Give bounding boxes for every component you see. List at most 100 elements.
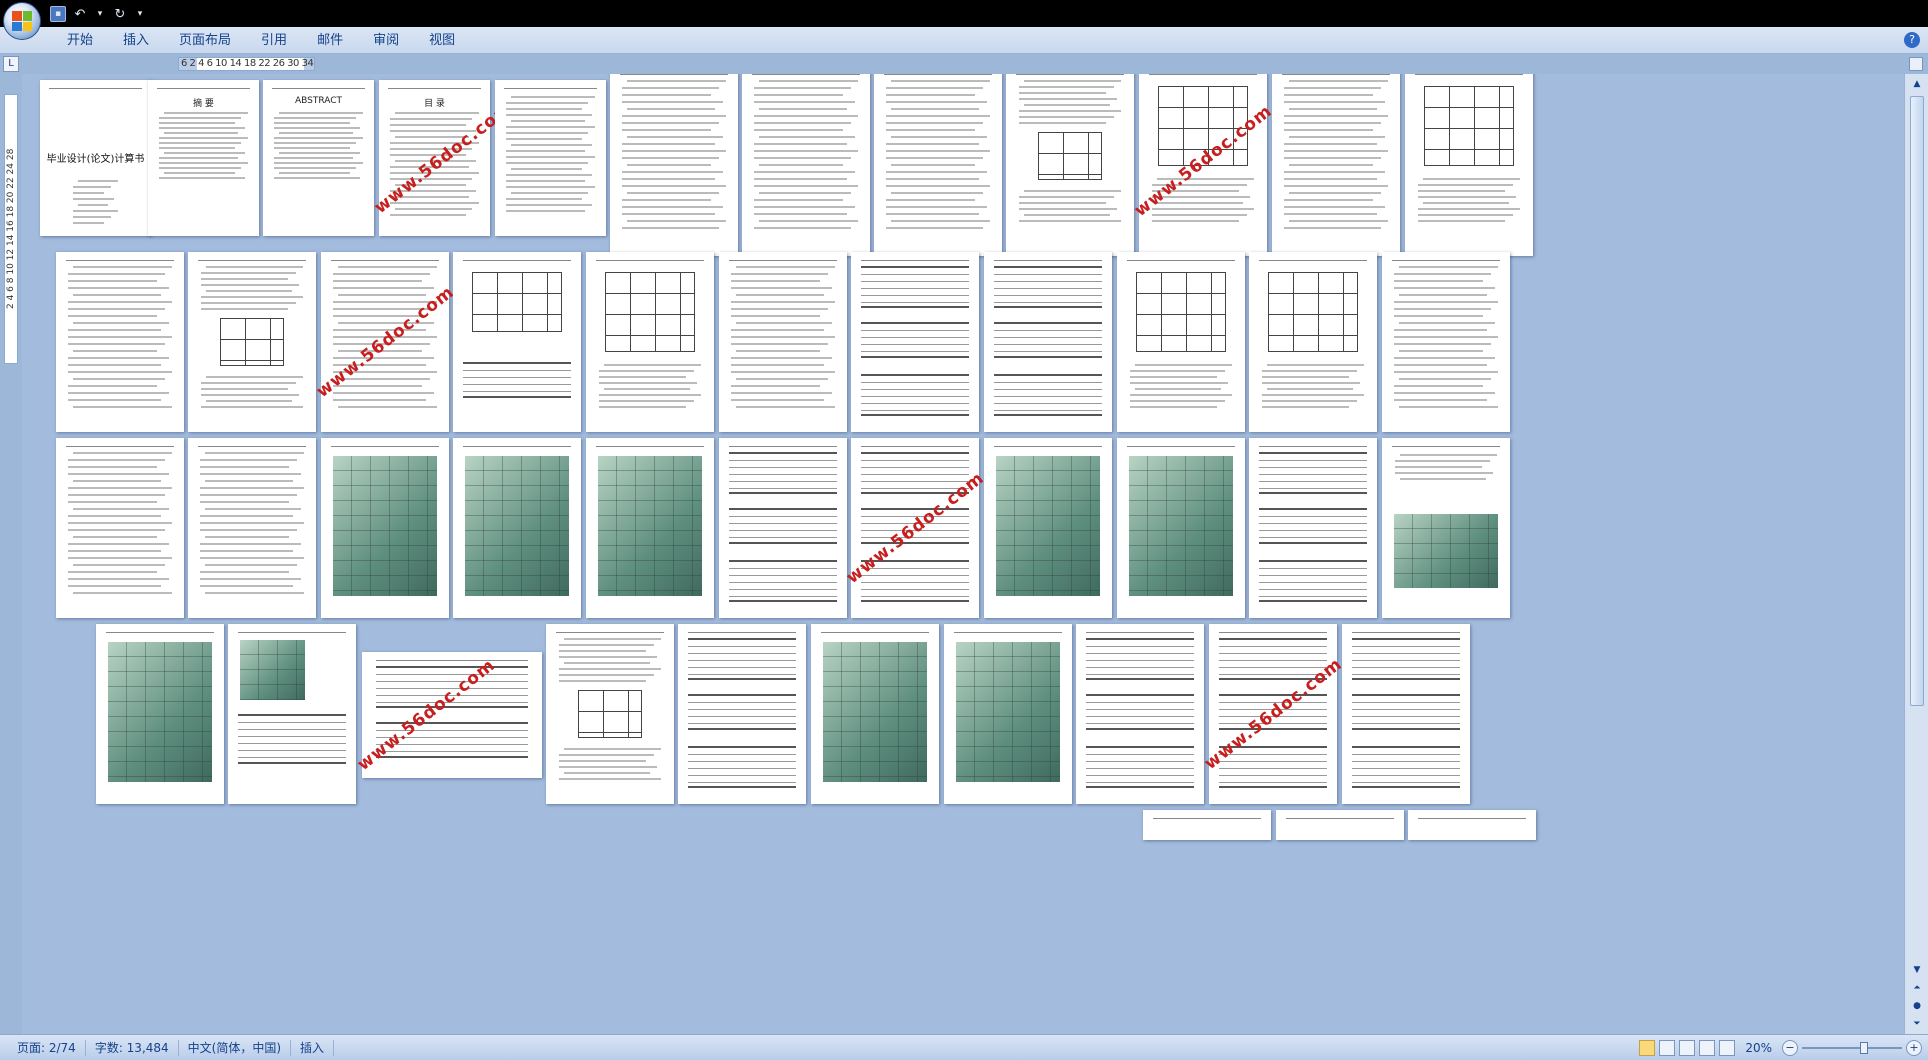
tab-stop-selector[interactable]: L (3, 56, 19, 72)
document-page[interactable] (1139, 74, 1267, 256)
document-page[interactable] (1143, 810, 1271, 840)
document-page[interactable] (719, 438, 847, 618)
help-icon[interactable]: ? (1904, 32, 1920, 48)
print-layout-view-icon[interactable] (1639, 1040, 1656, 1056)
document-page[interactable] (1276, 810, 1404, 840)
document-page[interactable] (1076, 624, 1204, 804)
page-header-rule (1016, 74, 1124, 75)
page-header-rule (503, 86, 598, 89)
horizontal-ruler[interactable]: 6 2 4 6 10 14 18 22 26 30 34 40 (178, 57, 315, 71)
document-page[interactable] (453, 438, 581, 618)
document-page[interactable] (851, 252, 979, 432)
zoom-level[interactable]: 20% (1739, 1041, 1778, 1055)
page-count[interactable]: 页面: 2/74 (8, 1040, 86, 1056)
document-page[interactable] (1209, 624, 1337, 804)
document-page[interactable] (1342, 624, 1470, 804)
next-page-icon[interactable]: ⏷ (1909, 1016, 1925, 1032)
page-header-rule (387, 86, 482, 89)
vertical-scrollbar[interactable]: ▲ ▼ ⏶ ● ⏷ (1904, 74, 1928, 1034)
customize-toolbar-icon[interactable]: ▾ (134, 4, 146, 24)
document-page[interactable] (321, 438, 449, 618)
document-page[interactable] (586, 438, 714, 618)
ribbon-tab[interactable]: 审阅 (358, 27, 414, 54)
document-page[interactable] (1382, 438, 1510, 618)
draft-view-icon[interactable] (1719, 1040, 1736, 1056)
office-button[interactable] (3, 2, 41, 40)
status-left: 页面: 2/74 字数: 13,484 中文(简体，中国) 插入 (8, 1035, 335, 1060)
document-page[interactable] (1249, 438, 1377, 618)
outline-view-icon[interactable] (1699, 1040, 1716, 1056)
document-page[interactable] (1117, 252, 1245, 432)
document-page[interactable] (362, 652, 542, 778)
document-page[interactable] (984, 438, 1112, 618)
vertical-ruler-ticks[interactable]: 2 4 6 8 10 12 14 16 18 20 22 24 28 (4, 94, 18, 364)
document-page[interactable]: 毕业设计(论文)计算书 (40, 80, 151, 236)
document-page[interactable] (1249, 252, 1377, 432)
full-screen-reading-icon[interactable] (1659, 1040, 1676, 1056)
scroll-thumb[interactable] (1910, 96, 1924, 706)
page-header-rule (238, 630, 346, 633)
scroll-down-icon[interactable]: ▼ (1909, 962, 1925, 978)
scanned-drawing (1128, 456, 1234, 596)
scroll-up-icon[interactable]: ▲ (1909, 76, 1925, 92)
document-page[interactable]: 摘 要 (148, 80, 259, 236)
document-page[interactable] (1272, 74, 1400, 256)
document-page[interactable] (1408, 810, 1536, 840)
document-page[interactable] (610, 74, 738, 256)
document-page[interactable]: ABSTRACT (263, 80, 374, 236)
ribbon-tab[interactable]: 开始 (52, 27, 108, 54)
save-icon[interactable]: ▪ (50, 6, 66, 22)
ribbon-tab[interactable]: 引用 (246, 27, 302, 54)
document-page[interactable] (1117, 438, 1245, 618)
document-page[interactable]: 目 录 (379, 80, 490, 236)
document-page[interactable] (1006, 74, 1134, 256)
redo-icon[interactable]: ↻ (110, 4, 130, 24)
document-page[interactable] (188, 252, 316, 432)
document-page[interactable] (944, 624, 1072, 804)
page-header-rule (331, 444, 439, 447)
undo-dropdown-icon[interactable]: ▾ (94, 4, 106, 24)
web-layout-icon[interactable] (1679, 1040, 1696, 1056)
document-page[interactable] (453, 252, 581, 432)
previous-page-icon[interactable]: ⏶ (1909, 980, 1925, 996)
document-page[interactable] (678, 624, 806, 804)
document-page[interactable] (984, 252, 1112, 432)
zoom-in-icon[interactable]: + (1906, 1040, 1922, 1056)
document-page[interactable] (742, 74, 870, 256)
zoom-out-icon[interactable]: − (1782, 1040, 1798, 1056)
document-page[interactable] (96, 624, 224, 804)
data-table (688, 638, 796, 680)
document-area[interactable]: 毕业设计(论文)计算书摘 要 ABSTRACT 目 录 www.56doc.com ww… (22, 74, 1904, 1034)
document-page[interactable] (719, 252, 847, 432)
document-page[interactable] (811, 624, 939, 804)
view-ruler-button[interactable] (1909, 57, 1923, 71)
document-page[interactable] (586, 252, 714, 432)
page-header-rule (48, 86, 143, 89)
zoom-slider[interactable] (1802, 1040, 1902, 1056)
document-page[interactable] (1405, 74, 1533, 256)
word-count[interactable]: 字数: 13,484 (86, 1040, 179, 1056)
document-page[interactable] (56, 252, 184, 432)
document-page[interactable] (495, 80, 606, 236)
document-page[interactable] (228, 624, 356, 804)
ribbon-tab[interactable]: 邮件 (302, 27, 358, 54)
document-page[interactable] (188, 438, 316, 618)
undo-icon[interactable]: ↶ (70, 4, 90, 24)
document-page[interactable] (851, 438, 979, 618)
select-browse-object-icon[interactable]: ● (1909, 998, 1925, 1014)
scanned-drawing (464, 456, 570, 596)
page-header-rule (821, 630, 929, 633)
frame-diagram (1424, 86, 1514, 166)
page-header-rule (376, 658, 528, 661)
insert-mode[interactable]: 插入 (291, 1040, 335, 1056)
document-page[interactable] (56, 438, 184, 618)
document-page[interactable] (1382, 252, 1510, 432)
language-indicator[interactable]: 中文(简体，中国) (179, 1040, 292, 1056)
document-page[interactable] (321, 252, 449, 432)
ribbon-tab[interactable]: 插入 (108, 27, 164, 54)
ribbon-tab[interactable]: 视图 (414, 27, 470, 54)
document-page[interactable] (874, 74, 1002, 256)
document-page[interactable] (546, 624, 674, 804)
zoom-slider-knob[interactable] (1860, 1042, 1868, 1054)
ribbon-tab[interactable]: 页面布局 (164, 27, 246, 54)
